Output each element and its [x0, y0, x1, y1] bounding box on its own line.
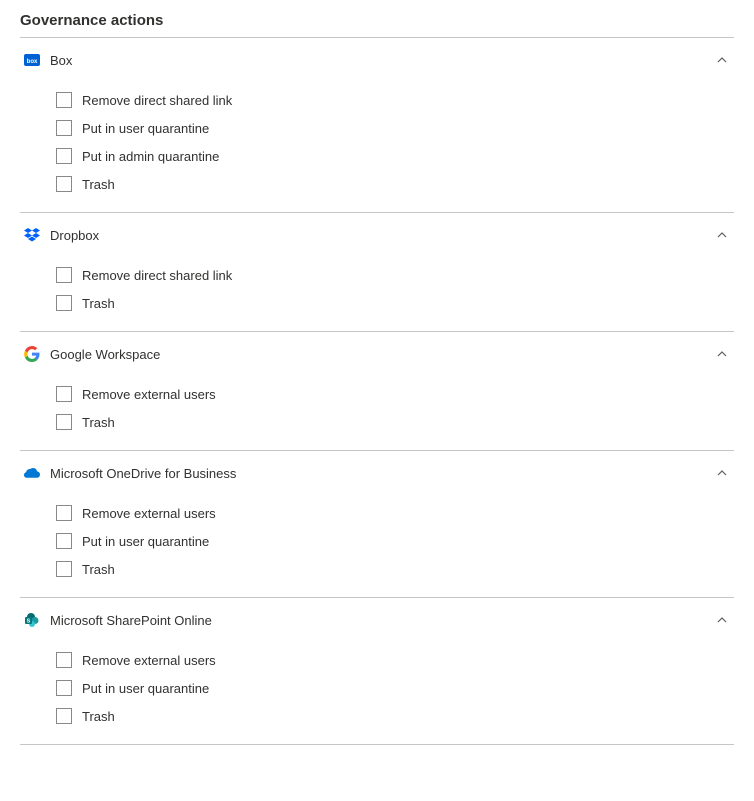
section-body-onedrive: Remove external users Put in user quaran… — [20, 495, 734, 597]
checkbox-remove-direct-shared-link[interactable] — [56, 92, 72, 108]
section-header-google-workspace[interactable]: Google Workspace — [20, 332, 734, 376]
page-title: Governance actions — [20, 12, 734, 29]
section-header-box[interactable]: box Box — [20, 38, 734, 82]
check-row: Trash — [56, 555, 734, 583]
section-body-box: Remove direct shared link Put in user qu… — [20, 82, 734, 212]
check-row: Remove external users — [56, 499, 734, 527]
checkbox-trash[interactable] — [56, 708, 72, 724]
checkbox-remove-external-users[interactable] — [56, 386, 72, 402]
dropbox-icon — [24, 227, 40, 243]
checkbox-remove-external-users[interactable] — [56, 652, 72, 668]
check-row: Put in user quarantine — [56, 674, 734, 702]
check-row: Trash — [56, 289, 734, 317]
checkbox-trash[interactable] — [56, 561, 72, 577]
checkbox-put-in-user-quarantine[interactable] — [56, 680, 72, 696]
checkbox-remove-direct-shared-link[interactable] — [56, 267, 72, 283]
svg-text:box: box — [27, 59, 38, 65]
chevron-up-icon — [714, 52, 730, 68]
section-label: Box — [50, 53, 714, 68]
section-body-sharepoint: Remove external users Put in user quaran… — [20, 642, 734, 744]
check-row: Put in user quarantine — [56, 527, 734, 555]
chevron-up-icon — [714, 346, 730, 362]
check-label: Trash — [82, 296, 115, 311]
check-label: Trash — [82, 415, 115, 430]
chevron-up-icon — [714, 612, 730, 628]
section-body-google-workspace: Remove external users Trash — [20, 376, 734, 450]
check-label: Trash — [82, 709, 115, 724]
google-icon — [24, 346, 40, 362]
check-row: Put in admin quarantine — [56, 142, 734, 170]
checkbox-trash[interactable] — [56, 295, 72, 311]
chevron-up-icon — [714, 465, 730, 481]
check-row: Remove direct shared link — [56, 261, 734, 289]
check-label: Remove direct shared link — [82, 268, 232, 283]
section-header-dropbox[interactable]: Dropbox — [20, 213, 734, 257]
section-label: Microsoft SharePoint Online — [50, 613, 714, 628]
check-label: Trash — [82, 562, 115, 577]
section-header-sharepoint[interactable]: S Microsoft SharePoint Online — [20, 598, 734, 642]
check-label: Remove external users — [82, 387, 216, 402]
check-label: Remove direct shared link — [82, 93, 232, 108]
section-label: Microsoft OneDrive for Business — [50, 466, 714, 481]
check-row: Remove external users — [56, 380, 734, 408]
checkbox-remove-external-users[interactable] — [56, 505, 72, 521]
sharepoint-icon: S — [24, 612, 40, 628]
check-label: Remove external users — [82, 506, 216, 521]
check-label: Put in user quarantine — [82, 121, 209, 136]
check-label: Put in user quarantine — [82, 534, 209, 549]
svg-text:S: S — [27, 619, 31, 625]
checkbox-trash[interactable] — [56, 176, 72, 192]
checkbox-put-in-admin-quarantine[interactable] — [56, 148, 72, 164]
section-google-workspace: Google Workspace Remove external users T… — [20, 332, 734, 450]
check-row: Trash — [56, 170, 734, 198]
check-label: Remove external users — [82, 653, 216, 668]
check-row: Trash — [56, 408, 734, 436]
checkbox-trash[interactable] — [56, 414, 72, 430]
check-label: Put in user quarantine — [82, 681, 209, 696]
section-onedrive: Microsoft OneDrive for Business Remove e… — [20, 451, 734, 597]
section-header-onedrive[interactable]: Microsoft OneDrive for Business — [20, 451, 734, 495]
section-dropbox: Dropbox Remove direct shared link Trash — [20, 213, 734, 331]
check-label: Trash — [82, 177, 115, 192]
checkbox-put-in-user-quarantine[interactable] — [56, 120, 72, 136]
box-icon: box — [24, 52, 40, 68]
section-label: Dropbox — [50, 228, 714, 243]
section-body-dropbox: Remove direct shared link Trash — [20, 257, 734, 331]
chevron-up-icon — [714, 227, 730, 243]
checkbox-put-in-user-quarantine[interactable] — [56, 533, 72, 549]
check-row: Trash — [56, 702, 734, 730]
section-label: Google Workspace — [50, 347, 714, 362]
section-box: box Box Remove direct shared link Put in… — [20, 38, 734, 212]
check-row: Remove direct shared link — [56, 86, 734, 114]
check-row: Remove external users — [56, 646, 734, 674]
check-label: Put in admin quarantine — [82, 149, 219, 164]
onedrive-icon — [24, 465, 40, 481]
section-sharepoint: S Microsoft SharePoint Online Remove ext… — [20, 598, 734, 744]
check-row: Put in user quarantine — [56, 114, 734, 142]
divider — [20, 744, 734, 745]
